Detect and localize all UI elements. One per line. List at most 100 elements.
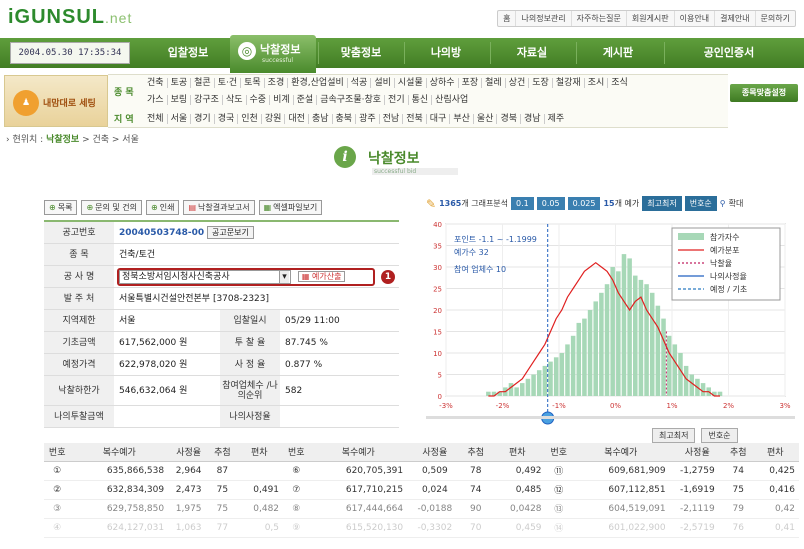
y-tick-label: 35 (433, 243, 442, 251)
action-bar: ⊕ 목록 ⊕ 문의 및 건의 ⊕ 인쇄 ▤ 낙찰결과보고서 ▦ 엑셀파일보기 (44, 200, 323, 215)
action-button-2[interactable]: ⊕ 인쇄 (146, 200, 180, 215)
type-filter-item[interactable]: 가스 (144, 95, 168, 105)
settings-button[interactable]: 종목맞춤설정 (730, 84, 798, 102)
region-filter-item[interactable]: 광주 (356, 114, 380, 124)
type-filter-item[interactable]: 금속구조물·창호 (317, 95, 386, 105)
top-link-2[interactable]: 자주하는질문 (572, 11, 627, 26)
nav-item-0[interactable]: 입찰정보 (145, 38, 231, 68)
nav-item-5[interactable]: 게시판 (576, 38, 660, 68)
nav-item-4[interactable]: 자료실 (490, 38, 574, 68)
region-filter-item[interactable]: 경남 (521, 114, 545, 124)
type-filter-item[interactable]: 조경 (265, 78, 289, 88)
region-filter-item[interactable]: 인천 (238, 114, 262, 124)
top-link-5[interactable]: 결제안내 (715, 11, 756, 26)
compare-button-0[interactable]: 최고최저 (652, 428, 696, 443)
type-filter-item[interactable]: 통신 (409, 95, 433, 105)
table-cell: 624,127,031 (70, 518, 169, 538)
region-filter-item[interactable]: 충남 (309, 114, 333, 124)
table-cell: 635,866,538 (70, 461, 169, 481)
type-filter-item[interactable]: 도장 (529, 78, 553, 88)
x-tick-label: -2% (496, 402, 510, 410)
table-header: 번호 (44, 443, 71, 462)
type-filter-item[interactable]: 환경,산업설비 (288, 78, 348, 88)
region-filter-item[interactable]: 경국 (215, 114, 239, 124)
region-filter-item[interactable]: 대구 (427, 114, 451, 124)
type-filter-item[interactable]: 토공 (168, 78, 192, 88)
table-header: 추첨 (725, 443, 752, 462)
type-filter-item[interactable]: 비계 (270, 95, 294, 105)
region-filter-item[interactable]: 경북 (497, 114, 521, 124)
type-filter-item[interactable]: 건축 (144, 78, 168, 88)
type-filter-item[interactable]: 철콘 (191, 78, 215, 88)
region-filter-item[interactable]: 서울 (168, 114, 192, 124)
type-filter-item[interactable]: 보링 (168, 95, 192, 105)
action-button-1[interactable]: ⊕ 문의 및 건의 (81, 200, 143, 215)
breadcrumb-current[interactable]: 낙찰정보 (46, 135, 79, 145)
action-button-4[interactable]: ▦ 엑셀파일보기 (258, 200, 323, 215)
region-filter-item[interactable]: 전체 (144, 114, 168, 124)
table-cell: 74 (462, 480, 489, 500)
type-filter-item[interactable]: 상건 (506, 78, 530, 88)
type-filter-item[interactable]: 조시 (585, 78, 609, 88)
site-logo[interactable]: iGUNSUL.net (8, 6, 132, 29)
sort-number-button[interactable]: 번호순 (684, 196, 717, 211)
compare-button-1[interactable]: 번호순 (701, 428, 738, 443)
bar (604, 284, 610, 396)
kind-value: 건축/토건 (119, 250, 156, 260)
type-filter-item[interactable]: 석공 (348, 78, 372, 88)
rate-value: 87.745 % (285, 338, 328, 348)
top-link-3[interactable]: 회원게시판 (627, 11, 675, 26)
region-filter-item[interactable]: 전북 (403, 114, 427, 124)
type-filter-item[interactable]: 전기 (385, 95, 409, 105)
nav-item-active[interactable]: ◎ 낙찰정보 successful (230, 35, 316, 73)
nav-item-2[interactable]: 맞춤정보 (318, 38, 404, 68)
region-filter-item[interactable]: 충북 (333, 114, 357, 124)
region-filter-item[interactable]: 강원 (262, 114, 286, 124)
step-01-button[interactable]: 0.1 (511, 197, 534, 210)
page-subtitle: successful bid (372, 168, 458, 175)
type-filter-item[interactable]: 철강재 (553, 78, 585, 88)
region-filter-item[interactable]: 대전 (285, 114, 309, 124)
type-filter-item[interactable]: 상하수 (427, 78, 459, 88)
top-link-4[interactable]: 이용안내 (675, 11, 716, 26)
step-0025-button[interactable]: 0.025 (567, 197, 601, 210)
region-filter-item[interactable]: 울산 (474, 114, 498, 124)
action-button-3[interactable]: ▤ 낙찰결과보고서 (183, 200, 255, 215)
bar (536, 370, 542, 396)
view-notice-button[interactable]: 공고문보기 (207, 226, 254, 239)
type-filter-item[interactable]: 설비 (371, 78, 395, 88)
zoom-label[interactable]: 확대 (729, 198, 744, 209)
zoom-icon[interactable]: ⚲ (720, 199, 726, 208)
custom-setting-button[interactable]: ♟ 내맘대로 세팅 (4, 75, 108, 127)
legend-label: 참가자수 (710, 232, 739, 242)
person-icon: ♟ (13, 90, 39, 116)
type-filter-item[interactable]: 조식 (608, 78, 631, 88)
type-filter-item[interactable]: 시설물 (395, 78, 427, 88)
region-filter-item[interactable]: 전남 (380, 114, 404, 124)
nav-item-6[interactable]: 공인인증서 (664, 38, 794, 68)
table-header: 복수예가 (309, 443, 408, 462)
type-filter-item[interactable]: 토·건 (215, 78, 242, 88)
type-filter-item[interactable]: 삭도 (223, 95, 247, 105)
top-link-1[interactable]: 나의정보관리 (516, 11, 572, 26)
type-filter-item[interactable]: 강구조 (191, 95, 223, 105)
top-link-6[interactable]: 문의하기 (756, 11, 795, 26)
type-filter-item[interactable]: 철레 (482, 78, 506, 88)
step-005-button[interactable]: 0.05 (536, 197, 565, 210)
table-header: 복수예가 (571, 443, 670, 462)
type-filter-item[interactable]: 토목 (241, 78, 265, 88)
type-filter-item[interactable]: 포장 (459, 78, 483, 88)
region-filter-item[interactable]: 제주 (545, 114, 568, 124)
nav-item-3[interactable]: 나의방 (404, 38, 488, 68)
top-link-0[interactable]: 홈 (498, 11, 517, 26)
action-button-0[interactable]: ⊕ 목록 (44, 200, 78, 215)
mybid-value (114, 406, 220, 427)
type-filter-item[interactable]: 준설 (294, 95, 318, 105)
type-filter-item[interactable]: 산림사업 (432, 95, 471, 105)
sort-maxmin-button[interactable]: 최고최저 (642, 196, 682, 211)
region-filter-item[interactable]: 경기 (191, 114, 215, 124)
bar (655, 305, 661, 396)
type-filter-item[interactable]: 수중 (247, 95, 271, 105)
project-select[interactable]: 정북소방서임시청사신축공사 ▾ (119, 270, 291, 284)
region-filter-item[interactable]: 부산 (450, 114, 474, 124)
